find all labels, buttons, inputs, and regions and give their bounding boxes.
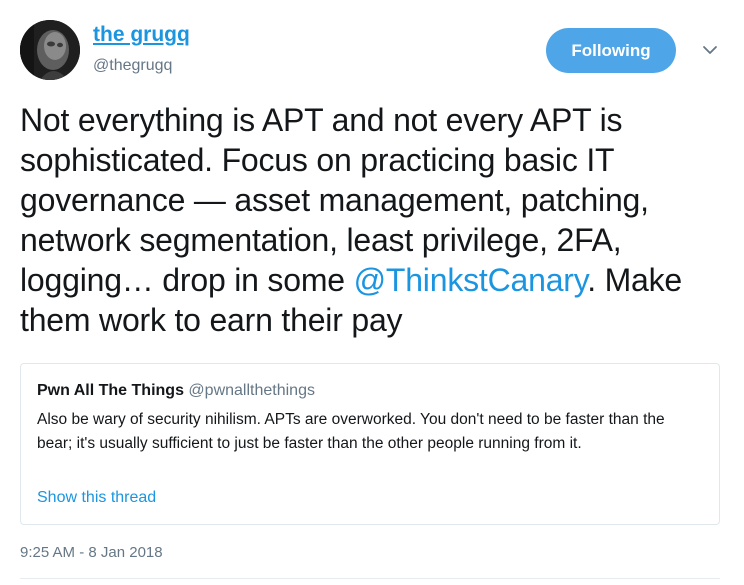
quoted-author-handle: @pwnallthethings xyxy=(188,382,315,399)
avatar-photo-icon xyxy=(20,20,80,80)
show-thread-link[interactable]: Show this thread xyxy=(37,489,156,507)
tweet-timestamp[interactable]: 9:25 AM - 8 Jan 2018 xyxy=(20,544,163,561)
tweet-menu-button[interactable] xyxy=(700,40,720,60)
quoted-tweet-text: Also be wary of security nihilism. APTs … xyxy=(37,411,665,452)
tweet: the grugq @thegrugq Following Not everyt… xyxy=(0,0,744,585)
quoted-author-name: Pwn All The Things xyxy=(37,382,184,399)
author-handle[interactable]: @thegrugq xyxy=(93,57,172,75)
avatar[interactable] xyxy=(20,20,80,80)
quoted-tweet-header: Pwn All The Things @pwnallthethings xyxy=(37,382,315,400)
author-display-name[interactable]: the grugq xyxy=(93,23,190,47)
quoted-tweet-card[interactable]: Pwn All The Things @pwnallthethings Also… xyxy=(20,363,720,525)
tweet-text: Not everything is APT and not every APT … xyxy=(20,100,725,340)
following-button[interactable]: Following xyxy=(546,28,676,73)
mention-link[interactable]: @ThinkstCanary xyxy=(354,262,588,298)
divider xyxy=(20,578,720,579)
chevron-down-icon xyxy=(703,46,717,54)
